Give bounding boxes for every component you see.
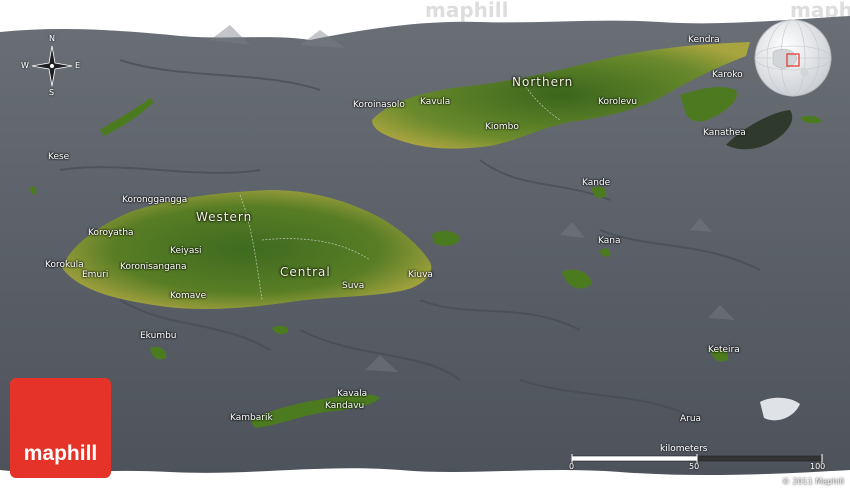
region-label-western: Western bbox=[196, 210, 253, 224]
watermark: maphill bbox=[790, 0, 850, 22]
copyright-text: © 2011 Maphill bbox=[781, 477, 844, 486]
map-view[interactable]: maphill maphill N S E W Northern Western… bbox=[0, 0, 850, 490]
compass-s-label: S bbox=[49, 88, 55, 97]
place-label-kande: Kande bbox=[582, 178, 611, 188]
place-label-kana: Kana bbox=[598, 236, 621, 246]
place-label-koroyatha: Koroyatha bbox=[88, 228, 134, 238]
locator-globe bbox=[754, 19, 832, 97]
place-label-koronisangana: Koronisangana bbox=[120, 262, 187, 272]
place-label-keteira: Keteira bbox=[708, 345, 740, 355]
place-label-kendra: Kendra bbox=[688, 35, 720, 45]
place-label-korongangga: Koronggangga bbox=[122, 195, 188, 205]
maphill-logo[interactable]: maphill bbox=[10, 378, 111, 478]
place-label-korokula: Korokula bbox=[45, 260, 84, 270]
compass-e-label: E bbox=[75, 61, 81, 70]
place-label-keiyasi: Keiyasi bbox=[170, 246, 202, 256]
place-label-kandavu: Kandavu bbox=[325, 401, 365, 411]
scale-tick-50: 50 bbox=[689, 462, 700, 471]
place-label-kavula: Kavula bbox=[420, 97, 451, 107]
region-label-central: Central bbox=[280, 265, 331, 279]
place-label-kambarik: Kambarik bbox=[230, 413, 273, 423]
scale-tick-0: 0 bbox=[569, 462, 575, 471]
place-label-suva: Suva bbox=[342, 281, 365, 291]
region-label-northern: Northern bbox=[512, 75, 574, 89]
watermark: maphill bbox=[425, 0, 509, 22]
place-label-karoko: Karoko bbox=[712, 70, 743, 80]
place-label-emuri: Emuri bbox=[82, 270, 109, 280]
place-label-kanathea: Kanathea bbox=[703, 128, 746, 138]
compass-n-label: N bbox=[49, 34, 55, 43]
place-label-kavala: Kavala bbox=[337, 389, 368, 399]
place-label-arua: Arua bbox=[680, 414, 702, 424]
place-label-kiuva: Kiuva bbox=[408, 270, 433, 280]
place-label-korolevu: Korolevu bbox=[598, 97, 638, 107]
scale-tick-100: 100 bbox=[810, 462, 826, 471]
place-label-koroinasolo: Koroinasolo bbox=[353, 100, 405, 110]
compass-w-label: W bbox=[21, 61, 29, 70]
place-label-ekumbu: Ekumbu bbox=[140, 331, 177, 341]
place-label-komave: Komave bbox=[170, 291, 207, 301]
scale-bar: kilometers 0 50 100 bbox=[560, 440, 830, 476]
place-label-kiombo: Kiombo bbox=[485, 122, 519, 132]
logo-text: maphill bbox=[23, 442, 98, 465]
place-label-kese: Kese bbox=[48, 152, 70, 162]
